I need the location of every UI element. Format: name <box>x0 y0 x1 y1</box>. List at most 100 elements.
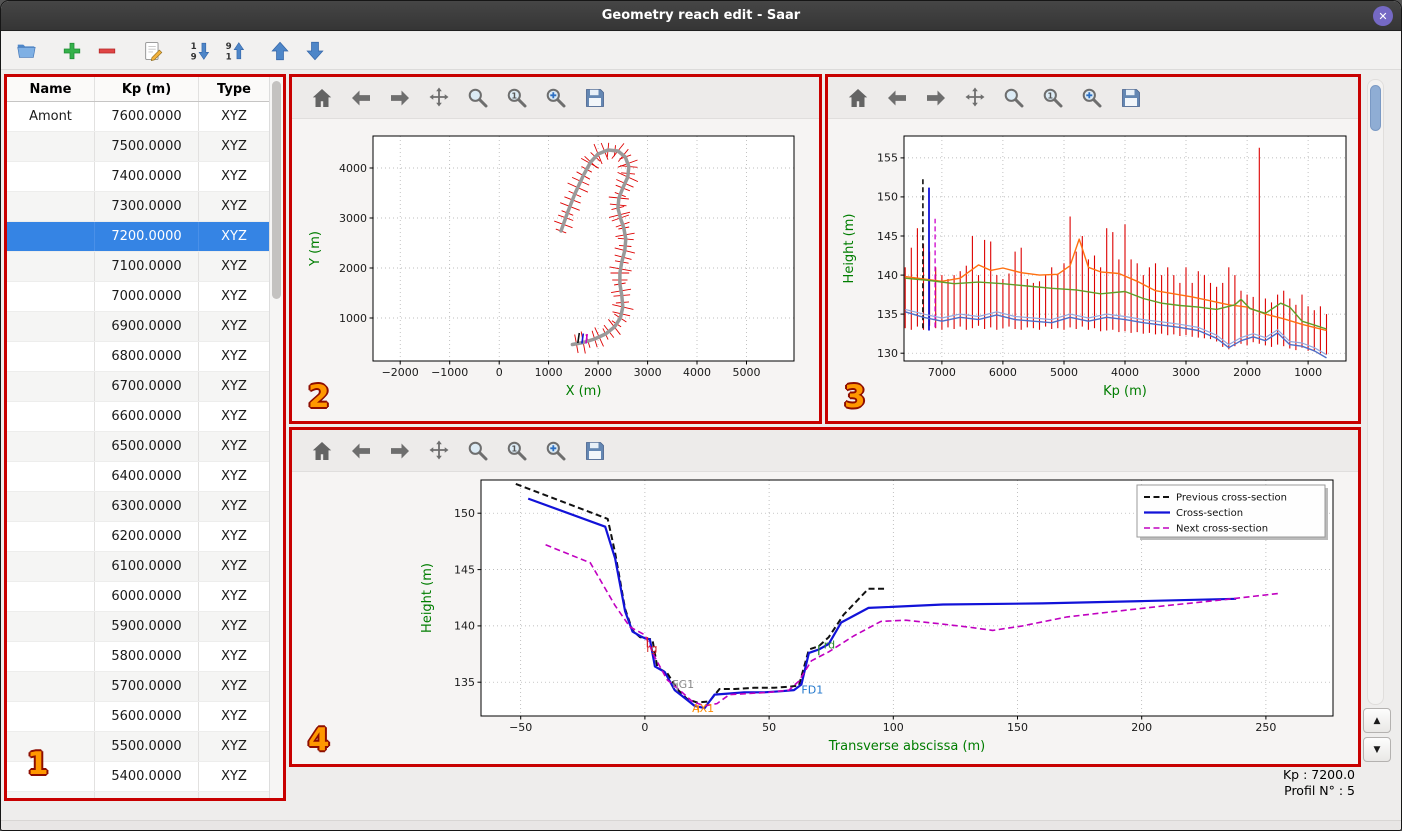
panel-label-2: 2 <box>308 379 330 415</box>
table-row[interactable]: Amont 7600.0000 XYZ <box>7 102 269 132</box>
row-name <box>7 222 95 251</box>
sort-descending-button[interactable]: 91 <box>219 36 249 66</box>
row-name <box>7 762 95 791</box>
save-button[interactable] <box>1117 84 1145 112</box>
zoom-in-button[interactable] <box>1078 84 1106 112</box>
zoom-reset-icon: 1 <box>507 88 527 107</box>
zoom-reset-button[interactable]: 1 <box>503 84 531 112</box>
table-row[interactable]: 6700.0000 XYZ <box>7 372 269 402</box>
profile-down-button[interactable]: ▼ <box>1363 737 1391 762</box>
table-row[interactable]: 5700.0000 XYZ <box>7 672 269 702</box>
save-icon <box>586 441 604 460</box>
plan-toolbar: 1 <box>292 77 819 119</box>
longitudinal-toolbar: 1 <box>828 77 1358 119</box>
table-row[interactable]: 5600.0000 XYZ <box>7 702 269 732</box>
zoom-reset-button[interactable]: 1 <box>1039 84 1067 112</box>
svg-text:135: 135 <box>454 676 475 689</box>
table-row[interactable]: 5300.0000XYZ <box>7 792 269 798</box>
row-kp: 7000.0000 <box>95 282 199 311</box>
row-kp: 7300.0000 <box>95 192 199 221</box>
table-row[interactable]: 6300.0000 XYZ <box>7 492 269 522</box>
row-kp: 6600.0000 <box>95 402 199 431</box>
sort-desc-icon: 91 <box>226 42 245 62</box>
home-button[interactable] <box>844 84 872 112</box>
row-name <box>7 522 95 551</box>
column-header[interactable]: Type <box>199 77 269 101</box>
svg-text:6000: 6000 <box>989 366 1017 379</box>
zoom-reset-button[interactable]: 1 <box>503 437 531 465</box>
row-name <box>7 312 95 341</box>
table-row[interactable]: 7400.0000 XYZ <box>7 162 269 192</box>
open-button[interactable] <box>11 36 41 66</box>
zoom-button[interactable] <box>464 84 492 112</box>
table-row[interactable]: 6900.0000 XYZ <box>7 312 269 342</box>
pan-button[interactable] <box>961 84 989 112</box>
remove-button[interactable] <box>92 36 122 66</box>
longitudinal-chart: 7000 6000 5000 4000 3000 2000 1000 130 135 140 145… <box>842 135 1347 399</box>
table-row[interactable]: 6500.0000 XYZ <box>7 432 269 462</box>
move-down-button[interactable] <box>300 36 330 66</box>
row-kp: 7400.0000 <box>95 162 199 191</box>
table-row[interactable]: 6000.0000 XYZ <box>7 582 269 612</box>
zoom-button[interactable] <box>464 437 492 465</box>
window-scrollbar-thumb[interactable] <box>1370 85 1381 131</box>
forward-button[interactable] <box>386 84 414 112</box>
back-button[interactable] <box>883 84 911 112</box>
row-name <box>7 132 95 161</box>
home-icon <box>312 88 332 107</box>
row-type: XYZ <box>221 739 247 754</box>
statusbar <box>1 820 1401 830</box>
save-button[interactable] <box>581 84 609 112</box>
table-row[interactable]: 6400.0000 XYZ <box>7 462 269 492</box>
move-up-button[interactable] <box>265 36 295 66</box>
zoom-in-button[interactable] <box>542 437 570 465</box>
table-row[interactable]: 7000.0000 XYZ <box>7 282 269 312</box>
table-row[interactable]: 5800.0000 XYZ <box>7 642 269 672</box>
close-button[interactable]: ✕ <box>1373 6 1393 26</box>
pan-button[interactable] <box>425 84 453 112</box>
back-button[interactable] <box>347 84 375 112</box>
column-header[interactable]: Name <box>7 77 95 101</box>
zoom-in-button[interactable] <box>542 84 570 112</box>
row-kp: 7600.0000 <box>95 102 199 131</box>
table-row[interactable]: 6600.0000 XYZ <box>7 402 269 432</box>
row-kp: 5400.0000 <box>95 762 199 791</box>
back-button[interactable] <box>347 437 375 465</box>
zoom-button[interactable] <box>1000 84 1028 112</box>
sort-asc-icon: 19 <box>191 42 210 62</box>
home-button[interactable] <box>308 437 336 465</box>
forward-button[interactable] <box>922 84 950 112</box>
edit-button[interactable] <box>138 36 168 66</box>
column-header[interactable]: Kp (m) <box>95 77 199 101</box>
table-scrollbar-thumb[interactable] <box>272 81 281 299</box>
svg-text:4000: 4000 <box>1111 366 1139 379</box>
table-row[interactable]: 7500.0000 XYZ <box>7 132 269 162</box>
table-row[interactable]: 6800.0000 XYZ <box>7 342 269 372</box>
table-row[interactable]: 7300.0000 XYZ <box>7 192 269 222</box>
pan-button[interactable] <box>425 437 453 465</box>
table-row[interactable]: 6100.0000 XYZ <box>7 552 269 582</box>
home-button[interactable] <box>308 84 336 112</box>
table-scrollbar[interactable] <box>269 77 283 798</box>
status-readout: Kp : 7200.0 Profil N° : 5 <box>1283 767 1355 799</box>
arrow-down-icon <box>306 41 324 60</box>
forward-button[interactable] <box>386 437 414 465</box>
window-title: Geometry reach edit - Saar <box>601 8 801 23</box>
svg-text:−50: −50 <box>509 721 532 734</box>
svg-text:Next cross-section: Next cross-section <box>1176 524 1268 535</box>
row-kp: 6200.0000 <box>95 522 199 551</box>
table-row[interactable]: 5900.0000 XYZ <box>7 612 269 642</box>
row-type: XYZ <box>221 229 247 244</box>
table-row[interactable]: 6200.0000 XYZ <box>7 522 269 552</box>
save-button[interactable] <box>581 437 609 465</box>
sort-ascending-button[interactable]: 19 <box>184 36 214 66</box>
row-type: XYZ <box>221 619 247 634</box>
add-button[interactable] <box>57 36 87 66</box>
table-row[interactable]: 7100.0000 XYZ <box>7 252 269 282</box>
row-kp: 6300.0000 <box>95 492 199 521</box>
window-scrollbar[interactable] <box>1367 79 1384 705</box>
panel-label-4: 4 <box>308 722 330 758</box>
table-row[interactable]: 7200.0000 XYZ <box>7 222 269 252</box>
profile-up-button[interactable]: ▲ <box>1363 708 1391 733</box>
cross-toolbar: 1 <box>292 430 1358 472</box>
